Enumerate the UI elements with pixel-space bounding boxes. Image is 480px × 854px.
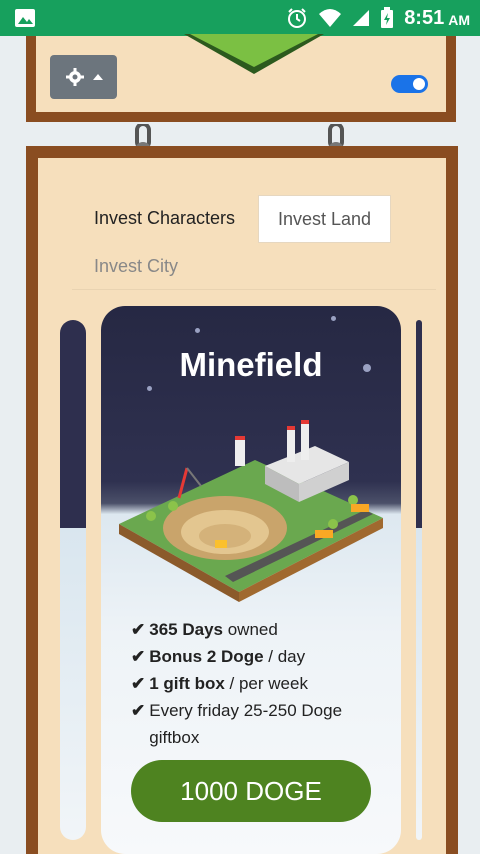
check-icon: ✔ bbox=[131, 620, 146, 639]
battery-icon bbox=[381, 7, 394, 28]
feature-list: ✔ 365 Days owned ✔ Bonus 2 Doge / day ✔ … bbox=[131, 616, 381, 751]
feature-text: / day bbox=[263, 647, 306, 666]
tab-invest-land[interactable]: Invest Land bbox=[259, 196, 390, 242]
check-icon: ✔ bbox=[131, 701, 146, 720]
card-title: Minefield bbox=[179, 346, 323, 383]
land-card: Minefield ✔ 365 Days owned ✔ Bonus 2 Dog… bbox=[101, 306, 401, 854]
toggle-knob bbox=[413, 78, 425, 90]
carousel-card-prev[interactable] bbox=[60, 320, 86, 840]
tab-invest-city[interactable]: Invest City bbox=[94, 256, 178, 277]
feature-item: ✔ 365 Days owned bbox=[131, 616, 381, 643]
feature-bold: Bonus 2 Doge bbox=[149, 647, 264, 666]
gear-icon bbox=[65, 68, 84, 86]
feature-bold: 1 gift box bbox=[149, 674, 225, 693]
star-dot bbox=[195, 328, 200, 333]
feature-text: Every friday 25-250 Doge giftbox bbox=[149, 701, 343, 747]
signal-icon bbox=[353, 10, 370, 26]
minefield-illustration bbox=[119, 420, 383, 602]
caret-up-icon bbox=[92, 74, 103, 80]
star-dot bbox=[331, 316, 336, 321]
tab-divider bbox=[72, 289, 436, 290]
clock-time: 8:51 bbox=[404, 6, 445, 29]
clock-ampm: AM bbox=[448, 12, 470, 28]
tab-invest-characters[interactable]: Invest Characters bbox=[94, 208, 235, 229]
toggle-switch[interactable] bbox=[391, 75, 428, 93]
feature-item: ✔ Bonus 2 Doge / day bbox=[131, 643, 381, 670]
feature-item: ✔ Every friday 25-250 Doge giftbox bbox=[131, 697, 381, 751]
grass-tile-inner bbox=[190, 34, 318, 67]
wifi-icon bbox=[319, 9, 342, 27]
buy-button[interactable]: 1000 DOGE bbox=[131, 760, 371, 822]
check-icon: ✔ bbox=[131, 647, 146, 666]
alarm-icon bbox=[288, 8, 307, 28]
star-dot bbox=[147, 386, 152, 391]
feature-bold: 365 Days bbox=[149, 620, 223, 639]
feature-text: owned bbox=[222, 620, 278, 639]
settings-dropdown-button[interactable] bbox=[50, 55, 117, 99]
feature-text: / per week bbox=[224, 674, 308, 693]
carousel-card-next[interactable] bbox=[416, 320, 422, 840]
status-bar: 8:51 AM bbox=[0, 0, 480, 36]
image-icon bbox=[15, 9, 35, 27]
check-icon: ✔ bbox=[131, 674, 146, 693]
feature-item: ✔ 1 gift box / per week bbox=[131, 670, 381, 697]
